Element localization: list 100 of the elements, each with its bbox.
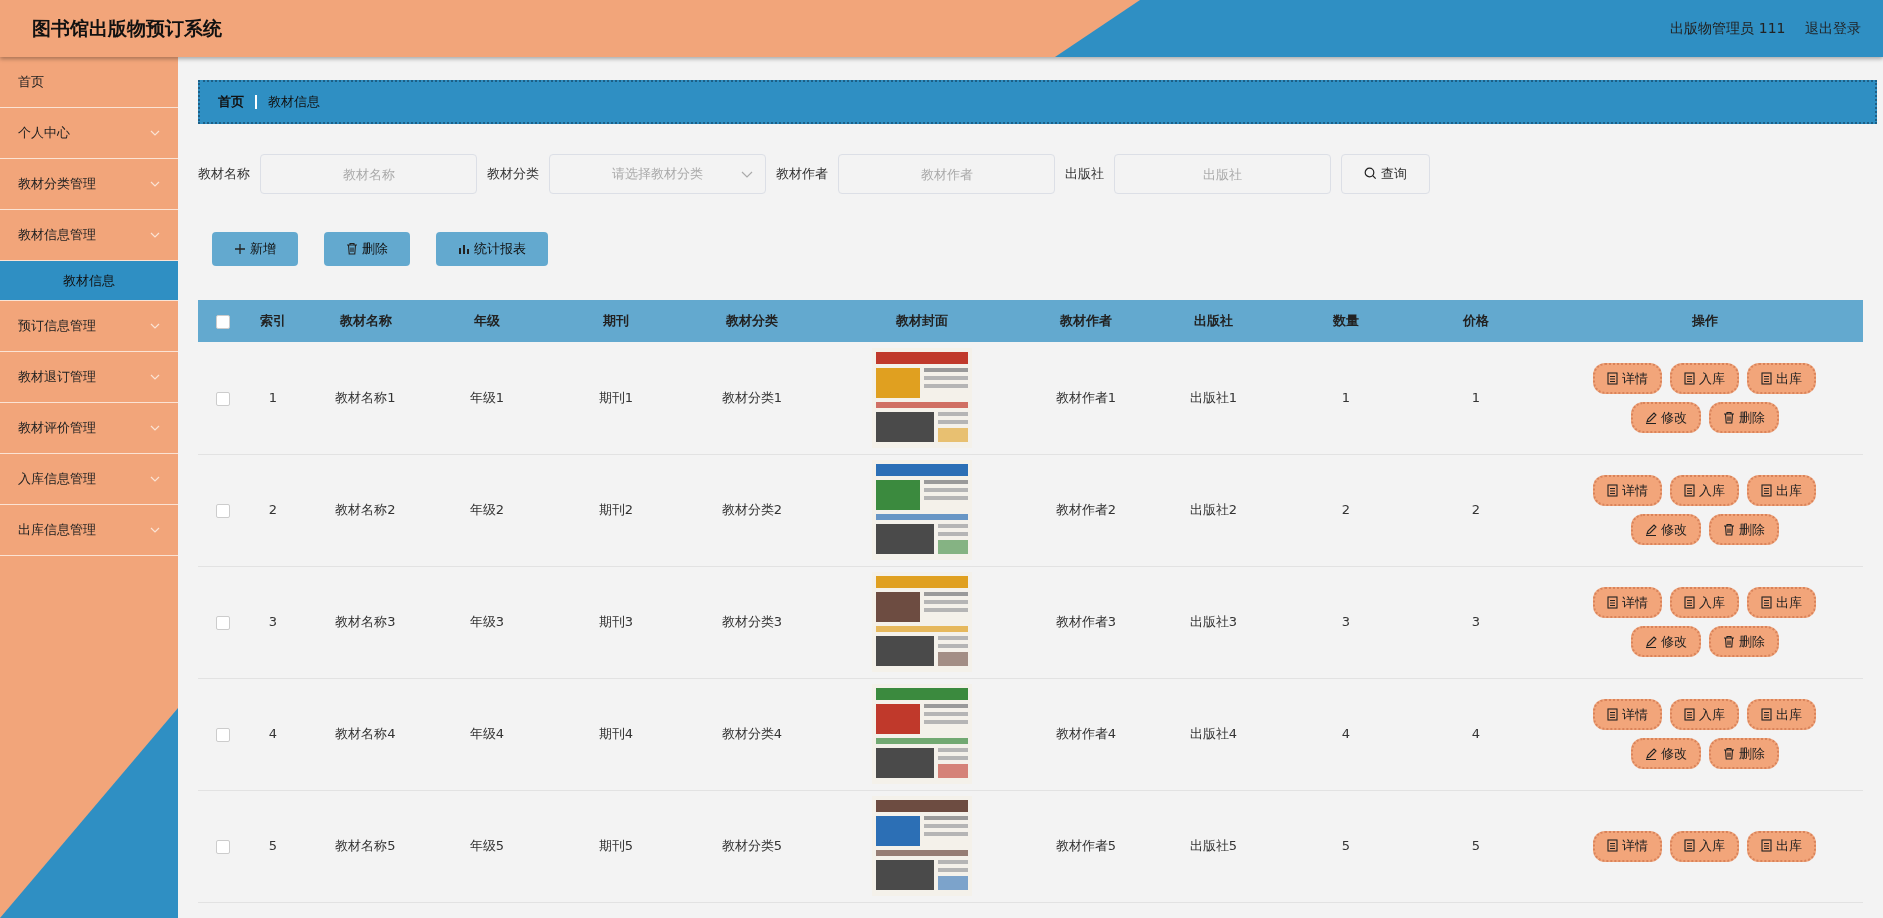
action-button[interactable]: 详情 — [1593, 699, 1662, 730]
column-header: 数量 — [1286, 300, 1406, 342]
document-icon — [1607, 371, 1618, 385]
table-cell: 2 — [268, 502, 278, 518]
row-checkbox[interactable] — [216, 839, 230, 854]
table-cell: 期刊5 — [598, 838, 634, 854]
table-cell: 教材名称4 — [335, 726, 396, 742]
action-button[interactable]: 详情 — [1593, 362, 1662, 394]
table-cell: 出版社4 — [1189, 726, 1238, 742]
action-button[interactable]: 入库 — [1670, 475, 1739, 506]
action-button[interactable]: 详情 — [1593, 587, 1662, 618]
search-button[interactable]: 查询 — [1341, 154, 1430, 194]
toolbar-button[interactable]: 新增 — [212, 232, 298, 266]
table-cell: 2 — [1471, 502, 1481, 518]
table-cell: 出版社5 — [1189, 838, 1238, 854]
action-button[interactable]: 修改 — [1630, 626, 1701, 657]
action-button[interactable]: 出库 — [1747, 587, 1816, 618]
toolbar-button[interactable]: 统计报表 — [436, 232, 548, 266]
table-cell: 3 — [1471, 614, 1481, 630]
trash-icon — [1722, 410, 1735, 424]
table-cell: 4 — [1341, 726, 1351, 742]
action-button[interactable]: 出库 — [1747, 362, 1816, 394]
action-button[interactable]: 删除 — [1708, 626, 1779, 657]
action-button[interactable]: 入库 — [1670, 587, 1739, 618]
search-field[interactable]: 出版社 — [1114, 154, 1331, 194]
action-button[interactable]: 入库 — [1670, 699, 1739, 730]
column-header: 出版社 — [1141, 300, 1286, 342]
sidebar-item[interactable]: 出库信息管理 — [0, 505, 178, 556]
row-checkbox[interactable] — [216, 727, 230, 742]
document-icon — [1684, 707, 1695, 721]
search-field[interactable]: 教材作者 — [838, 154, 1055, 194]
action-button[interactable]: 修改 — [1630, 514, 1701, 545]
table-cell: 出版社2 — [1189, 502, 1238, 518]
table-cell: 3 — [268, 614, 278, 630]
document-icon — [1761, 707, 1772, 721]
breadcrumb-link[interactable]: 首页 — [218, 92, 244, 112]
bar-chart-icon — [458, 243, 470, 256]
select-all-checkbox[interactable] — [216, 314, 230, 329]
logout-link[interactable]: 退出登录 — [1805, 18, 1861, 39]
document-icon — [1684, 483, 1695, 497]
action-button[interactable]: 入库 — [1670, 362, 1739, 394]
row-checkbox[interactable] — [216, 615, 230, 630]
table-cell: 教材名称1 — [335, 390, 396, 405]
search-icon — [1364, 167, 1377, 181]
action-button[interactable]: 删除 — [1708, 514, 1779, 545]
document-icon — [1607, 839, 1618, 853]
toolbar-button[interactable]: 删除 — [324, 232, 410, 266]
pencil-icon — [1644, 635, 1657, 648]
field-label: 出版社 — [1065, 165, 1104, 184]
column-header: 教材名称 — [298, 300, 433, 342]
document-icon — [1761, 595, 1772, 609]
table-cell: 出版社3 — [1189, 614, 1238, 630]
sidebar-item[interactable]: 首页 — [0, 57, 178, 108]
document-icon — [1607, 483, 1618, 497]
pencil-icon — [1644, 411, 1657, 424]
action-button[interactable]: 修改 — [1630, 401, 1701, 433]
table-cell: 1 — [1471, 390, 1481, 405]
table-cell: 教材分类5 — [721, 838, 783, 854]
table-cell: 教材作者1 — [1055, 390, 1117, 405]
column-header: 操作 — [1546, 300, 1863, 342]
action-button[interactable]: 删除 — [1708, 401, 1779, 433]
sidebar-item[interactable]: 教材分类管理 — [0, 159, 178, 210]
search-field[interactable]: 教材名称 — [260, 154, 477, 194]
document-icon — [1761, 371, 1772, 385]
trash-icon — [1722, 522, 1735, 536]
plus-icon — [234, 243, 246, 256]
sidebar-item[interactable]: 预订信息管理 — [0, 301, 178, 352]
table-cell: 教材分类4 — [721, 726, 783, 742]
sidebar-item[interactable]: 入库信息管理 — [0, 454, 178, 505]
document-icon — [1761, 483, 1772, 497]
action-button[interactable]: 出库 — [1747, 699, 1816, 730]
table-cell: 年级4 — [469, 726, 505, 742]
table-cell: 期刊2 — [598, 502, 634, 518]
sidebar-subitem[interactable]: 教材信息 — [0, 261, 178, 301]
table-cell: 4 — [1471, 726, 1481, 742]
action-button[interactable]: 详情 — [1593, 475, 1662, 506]
action-button[interactable]: 删除 — [1708, 738, 1779, 769]
trash-icon — [1722, 634, 1735, 648]
table-cell: 教材分类2 — [721, 502, 783, 518]
action-button[interactable]: 出库 — [1747, 830, 1816, 862]
table-cell: 教材名称2 — [335, 502, 396, 518]
row-checkbox[interactable] — [216, 391, 230, 406]
breadcrumb-link[interactable]: 教材信息 — [268, 92, 320, 112]
sidebar-item[interactable]: 教材退订管理 — [0, 352, 178, 403]
sidebar-item[interactable]: 教材评价管理 — [0, 403, 178, 454]
table-cell: 出版社1 — [1189, 390, 1238, 405]
field-label: 教材作者 — [776, 165, 828, 184]
table-cell: 教材名称3 — [335, 614, 396, 630]
table-cell: 1 — [268, 390, 278, 405]
sidebar-item[interactable]: 个人中心 — [0, 108, 178, 159]
action-button[interactable]: 入库 — [1670, 830, 1739, 862]
action-button[interactable]: 修改 — [1630, 738, 1701, 769]
table-cell: 4 — [268, 726, 278, 742]
row-checkbox[interactable] — [216, 503, 230, 518]
table-cell: 年级5 — [469, 838, 505, 854]
action-button[interactable]: 出库 — [1747, 475, 1816, 506]
chevron-icon — [741, 171, 753, 178]
column-header: 年级 — [433, 300, 541, 342]
action-button[interactable]: 详情 — [1593, 830, 1662, 862]
field-label: 教材分类 — [487, 165, 539, 184]
